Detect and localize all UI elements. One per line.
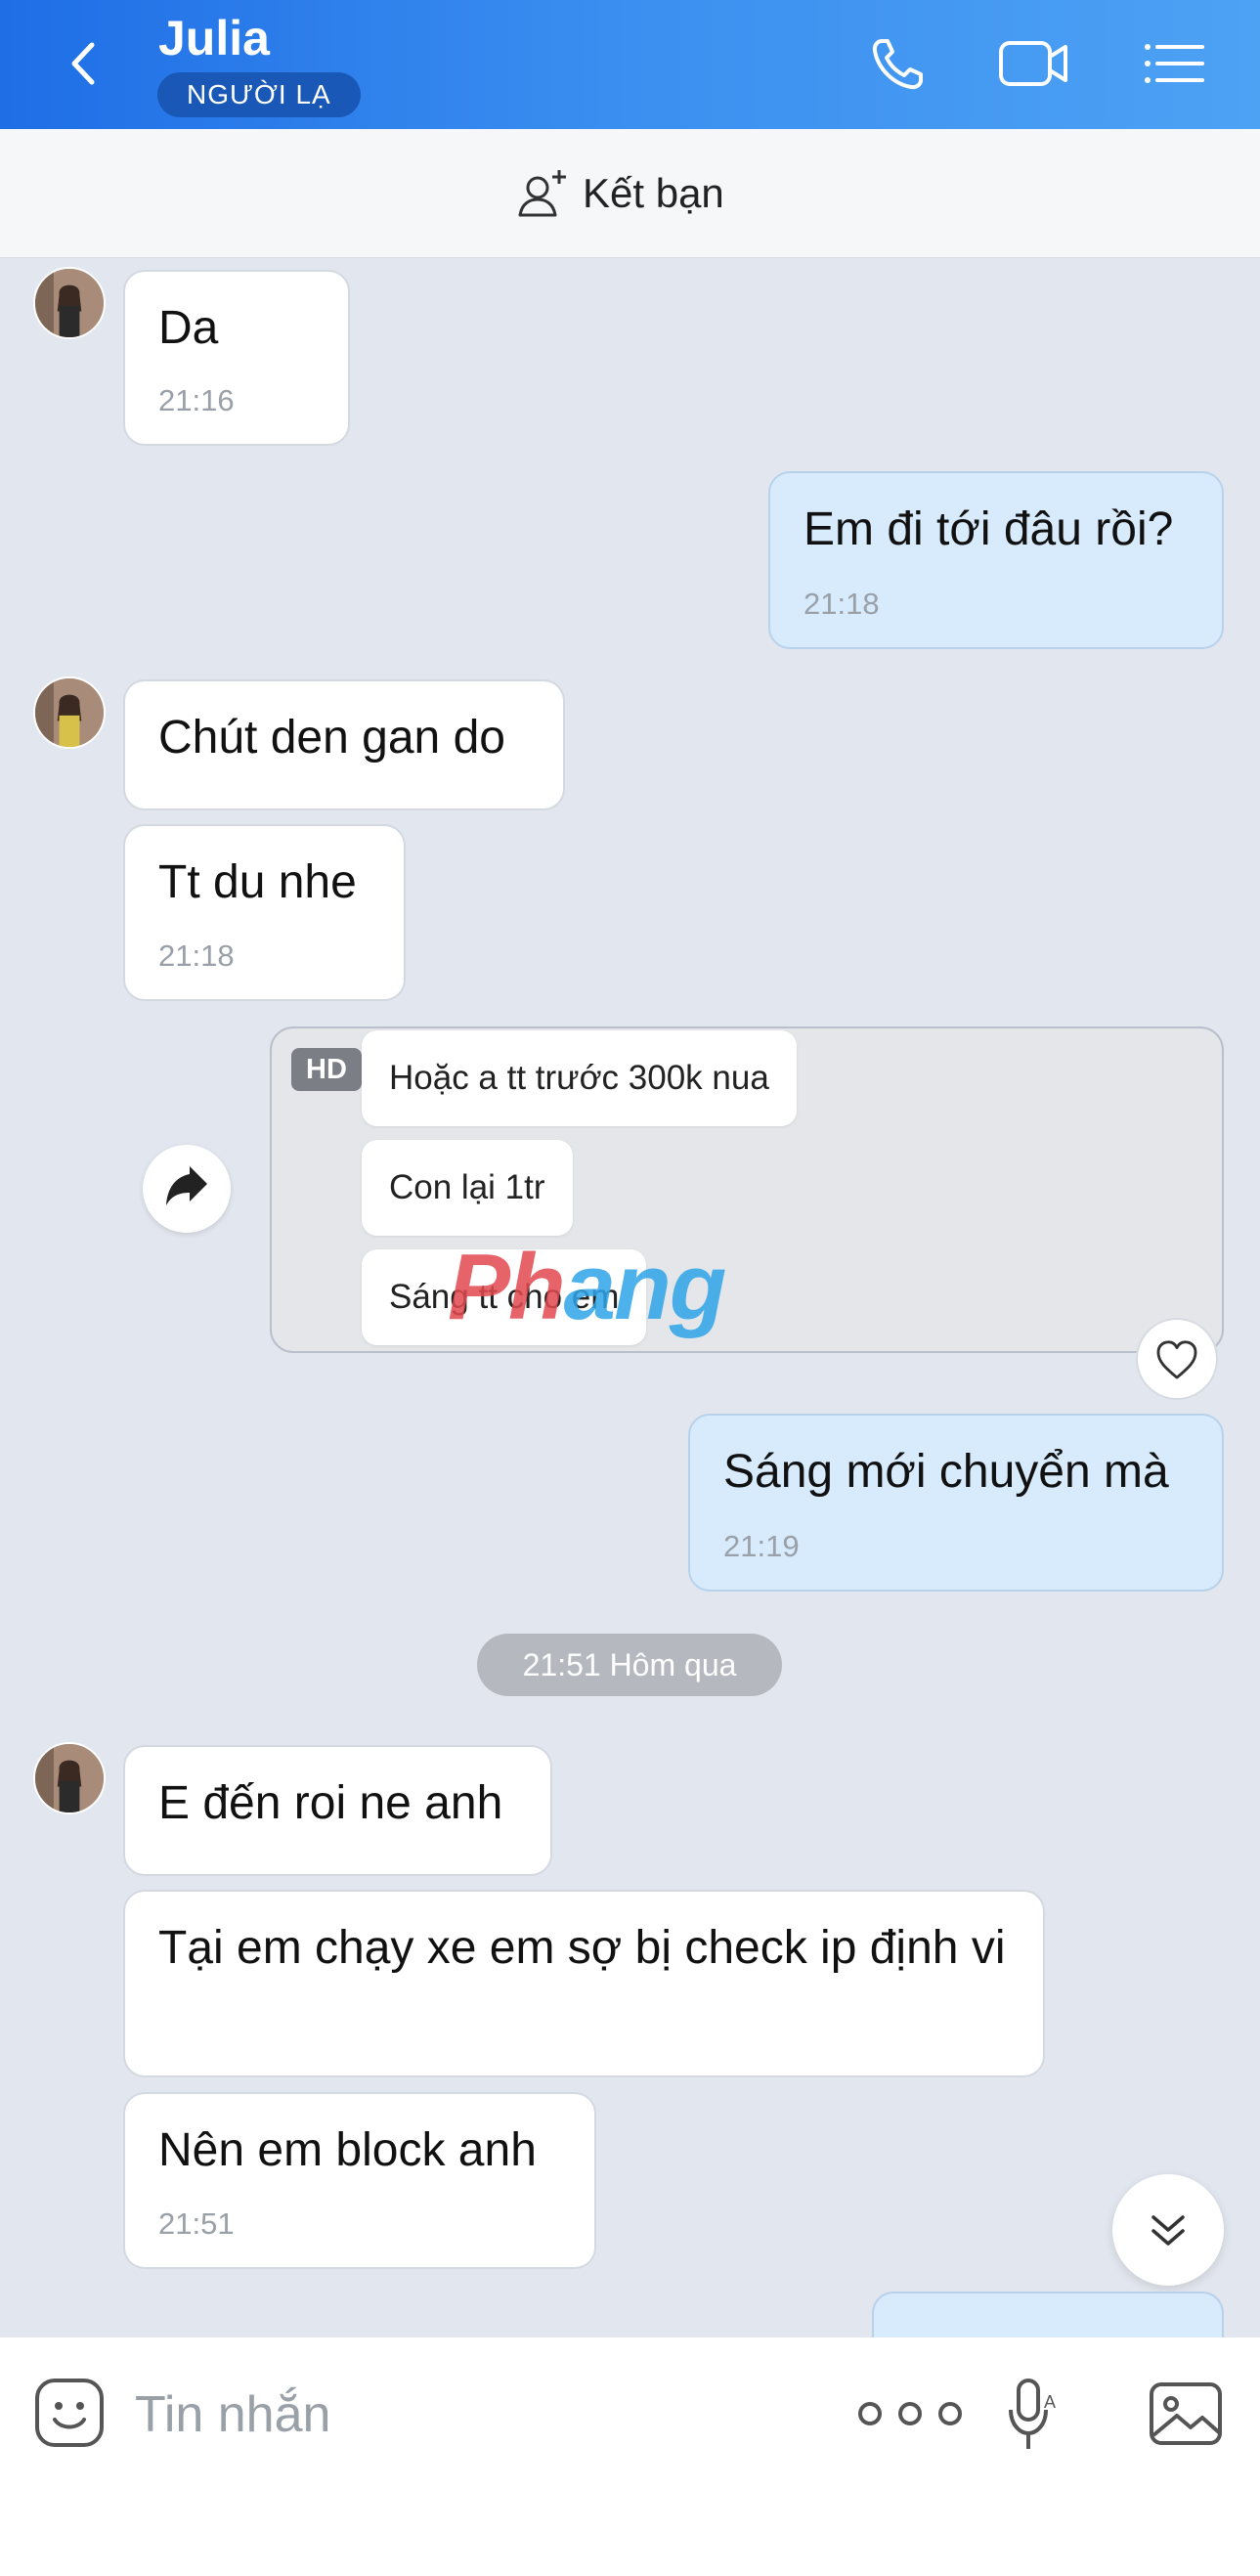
- message-text: Tt du nhe: [158, 856, 357, 908]
- photo-picker-button[interactable]: [1148, 2377, 1224, 2449]
- video-call-icon: [999, 41, 1067, 86]
- add-friend-icon: [518, 170, 566, 217]
- voice-call-button[interactable]: [860, 29, 938, 98]
- message-time: 21:51: [158, 2206, 235, 2241]
- heart-icon: [1156, 1340, 1197, 1379]
- back-button[interactable]: [55, 29, 113, 98]
- chat-header: Julia NGƯỜI LẠ: [0, 0, 1260, 129]
- add-friend-bar: Kết bạn: [0, 129, 1260, 258]
- avatar[interactable]: [33, 1742, 106, 1814]
- share-arrow-icon: [166, 1166, 207, 1205]
- chevron-left-icon: [71, 42, 95, 85]
- add-friend-button[interactable]: Kết bạn: [514, 164, 724, 223]
- image-icon: [1150, 2382, 1222, 2445]
- message-time: 21:18: [158, 939, 235, 973]
- phone-icon: [872, 39, 923, 90]
- like-button[interactable]: [1136, 1318, 1218, 1400]
- scroll-to-bottom-button[interactable]: [1112, 2174, 1224, 2286]
- message-time: 21:18: [804, 587, 880, 621]
- options-menu-button[interactable]: [1134, 29, 1212, 98]
- message-text: Da: [158, 302, 219, 354]
- message-bubble[interactable]: Sáng mới chuyển mà 21:19: [688, 1414, 1224, 1592]
- voice-input-button[interactable]: A: [1001, 2375, 1064, 2457]
- message-text: Chút den gan do: [158, 712, 505, 764]
- video-call-button[interactable]: [995, 29, 1073, 98]
- message-time: 21:19: [723, 1529, 800, 1563]
- date-separator: 21:51 Hôm qua: [477, 1634, 782, 1696]
- menu-list-icon: [1145, 44, 1204, 83]
- watermark-logo: Phang: [448, 1235, 726, 1339]
- image-message[interactable]: HD Hoặc a tt trước 300k nua Con lại 1tr …: [270, 1026, 1224, 1353]
- image-text-line: Hoặc a tt trước 300k nua: [362, 1030, 797, 1126]
- message-time: 21:16: [158, 383, 235, 417]
- message-bubble[interactable]: Da 21:16: [123, 270, 350, 446]
- message-text: E đến roi ne anh: [158, 1777, 503, 1829]
- stranger-badge: NGƯỜI LẠ: [157, 72, 361, 117]
- svg-text:A: A: [1044, 2392, 1056, 2412]
- message-text: Tại em chạy xe em sợ bị check ip định vi: [158, 1922, 1006, 1974]
- hd-badge: HD: [291, 1048, 362, 1091]
- message-text: Em đi tới đâu rồi?: [804, 503, 1174, 555]
- more-icon: [858, 2402, 962, 2425]
- message-text: Sáng mới chuyển mà: [723, 1446, 1169, 1498]
- sticker-icon: [35, 2379, 104, 2447]
- message-bubble[interactable]: E đến roi ne anh: [123, 1745, 552, 1876]
- avatar[interactable]: [33, 267, 106, 339]
- avatar[interactable]: [33, 677, 106, 749]
- add-friend-label: Kết bạn: [583, 170, 724, 216]
- sticker-button[interactable]: [33, 2377, 106, 2449]
- message-bubble[interactable]: Em đi tới đâu rồi? 21:18: [768, 471, 1224, 649]
- message-text: Nên em block anh: [158, 2124, 537, 2176]
- double-chevron-down-icon: [1151, 2215, 1185, 2246]
- more-options-button[interactable]: [847, 2384, 974, 2443]
- message-bubble[interactable]: Tại em chạy xe em sợ bị check ip định vi: [123, 1890, 1045, 2077]
- message-input[interactable]: [135, 2377, 819, 2453]
- forward-button[interactable]: [143, 1145, 231, 1233]
- voice-mic-icon: A: [1009, 2379, 1056, 2449]
- contact-name[interactable]: Julia: [158, 10, 270, 66]
- image-text-line: Con lại 1tr: [362, 1140, 573, 1236]
- message-input-bar: A: [0, 2337, 1260, 2576]
- message-bubble[interactable]: Nên em block anh 21:51: [123, 2092, 596, 2269]
- message-bubble[interactable]: Chút den gan do: [123, 679, 565, 810]
- message-bubble[interactable]: Tt du nhe 21:18: [123, 824, 406, 1001]
